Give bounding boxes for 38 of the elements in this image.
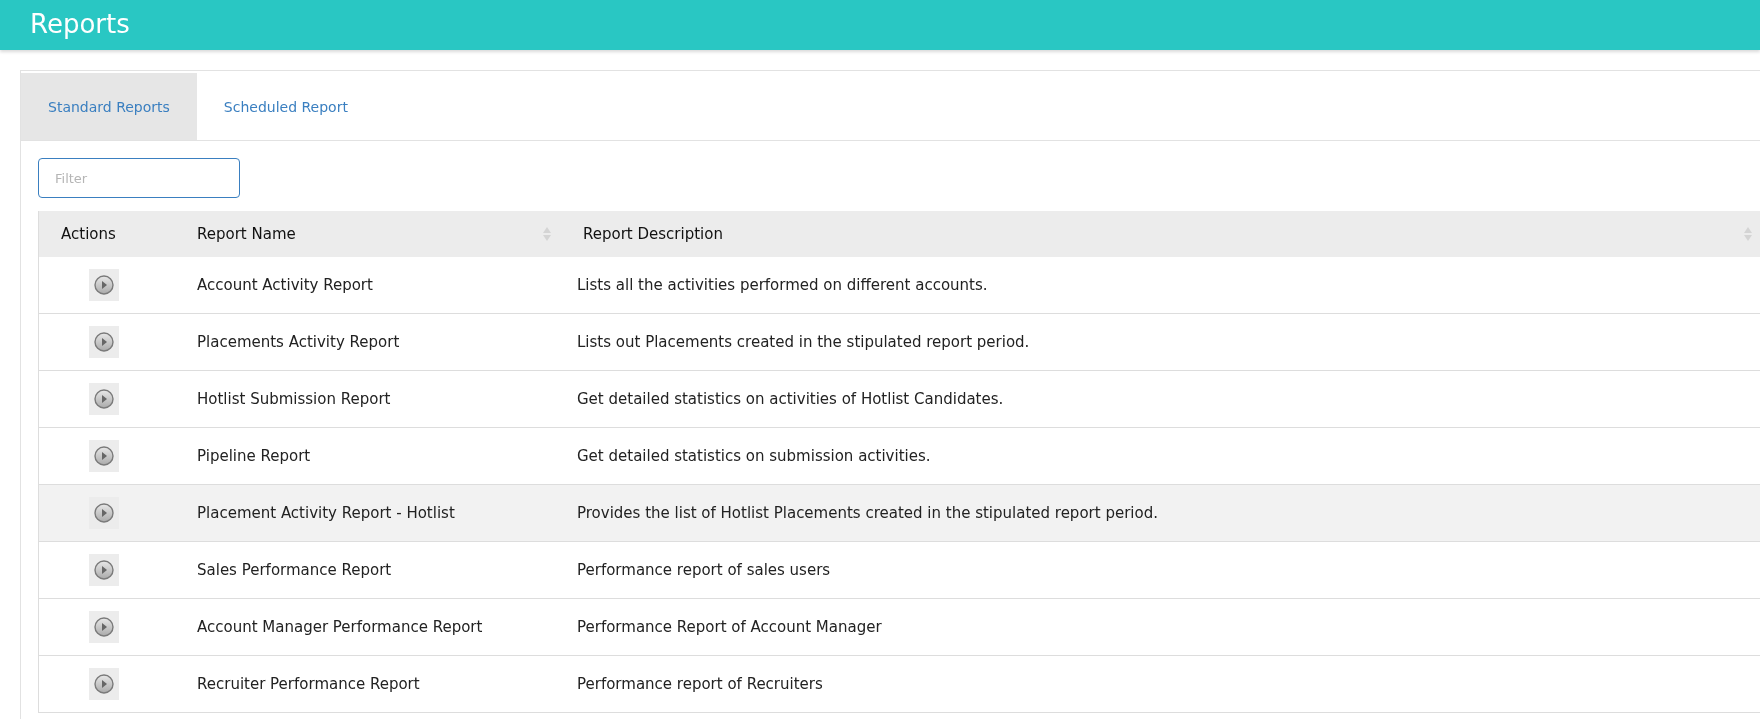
column-header[interactable]: Report Description <box>583 225 723 243</box>
page-title: Reports <box>29 8 130 40</box>
play-icon <box>94 674 114 694</box>
table-cell: Sales Performance Report <box>169 541 559 599</box>
run-report-button[interactable] <box>89 440 119 472</box>
play-icon <box>94 446 114 466</box>
table-cell: Performance Report of Account Manager <box>559 598 1760 656</box>
table-cell: Get detailed statistics on activities of Hotlist Candidates. <box>559 370 1760 428</box>
run-report-button[interactable] <box>89 269 119 301</box>
play-icon <box>94 617 114 637</box>
table-cell: Performance report of sales users <box>559 541 1760 599</box>
table-cell: Placements Activity Report <box>169 313 559 371</box>
play-icon <box>94 332 114 352</box>
table-cell: Get detailed statistics on submission activities. <box>559 427 1760 485</box>
run-report-button[interactable] <box>89 668 119 700</box>
play-icon <box>94 389 114 409</box>
play-icon <box>94 275 114 295</box>
run-report-button[interactable] <box>89 497 119 529</box>
filter-field[interactable]: Filter <box>38 158 240 198</box>
table-cell: Provides the list of Hotlist Placements created in the stipulated report period. <box>559 484 1760 542</box>
run-report-button[interactable] <box>89 554 119 586</box>
table-cell: Recruiter Performance Report <box>169 655 559 713</box>
table-cell: Lists all the activities performed on different accounts. <box>559 257 1760 314</box>
table-cell: Performance report of Recruiters <box>559 655 1760 713</box>
play-icon <box>94 503 114 523</box>
run-report-button[interactable] <box>89 326 119 358</box>
table-cell: Lists out Placements created in the stipulated report period. <box>559 313 1760 371</box>
table-cell: Pipeline Report <box>169 427 559 485</box>
play-icon <box>94 560 114 580</box>
table-cell: Placement Activity Report - Hotlist <box>169 484 559 542</box>
table-cell: Hotlist Submission Report <box>169 370 559 428</box>
report-tab[interactable]: Standard Reports <box>21 73 197 140</box>
column-header: Actions <box>61 225 116 243</box>
table-cell: Account Activity Report <box>169 257 559 314</box>
run-report-button[interactable] <box>89 383 119 415</box>
table-cell: Account Manager Performance Report <box>169 598 559 656</box>
column-header[interactable]: Report Name <box>197 225 296 243</box>
run-report-button[interactable] <box>89 611 119 643</box>
